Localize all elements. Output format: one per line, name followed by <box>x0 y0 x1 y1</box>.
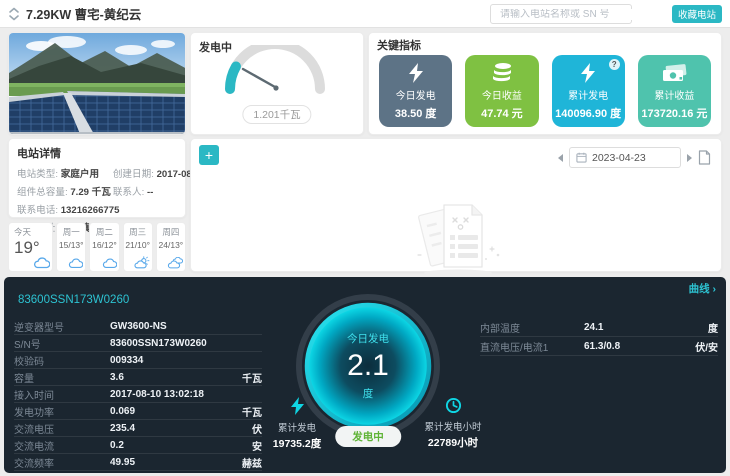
cloud-icon <box>33 256 50 269</box>
kpi-total-income: 累计收益 173720.16 元 <box>638 55 711 127</box>
inverter-params-table: 逆变器型号GW3600-NS S/N号83600SSN173W0260 校验码0… <box>14 318 262 471</box>
clock-icon <box>445 397 462 414</box>
kpi-total-generation: ? 累计发电 140096.90 度 <box>552 55 625 127</box>
table-row: 交流频率49.95赫兹 <box>14 454 262 471</box>
current-power-value: 1.201千瓦 <box>242 105 311 124</box>
table-row: 接入时间2017-08-10 13:02:18 <box>14 386 262 403</box>
power-gauge-card: 发电中 1.201千瓦 <box>190 32 364 135</box>
power-gauge <box>203 45 353 109</box>
table-row: 发电功率0.069千瓦 <box>14 403 262 420</box>
weather-tue: 周二 16/12° <box>89 222 119 272</box>
table-row: 逆变器型号GW3600-NS <box>14 318 262 335</box>
table-row: S/N号83600SSN173W0260 <box>14 335 262 352</box>
table-row: 校验码009334 <box>14 352 262 369</box>
status-badge: 发电中 <box>335 426 401 447</box>
weather-row: 今天 19° 周一 15/13° 周二 16/12° 周三 21/10° <box>8 222 186 272</box>
date-controls: 2023-04-23 <box>558 147 711 168</box>
clouds-icon <box>167 257 183 269</box>
table-row: 交流电流0.2安 <box>14 437 262 454</box>
lightning-icon <box>290 397 305 415</box>
curve-link[interactable]: 曲线 › <box>689 281 716 296</box>
weather-wed: 周三 21/10° <box>123 222 153 272</box>
inverter-panel: 83600SSN173W0260 曲线 › 逆变器型号GW3600-NS S/N… <box>4 277 726 473</box>
sun-cloud-icon <box>134 256 150 269</box>
lightning-icon <box>578 62 598 84</box>
cloud-icon <box>102 257 117 269</box>
kpi-row: 今日发电 38.50 度 今日收益 47.74 元 ? 累计发电 140096.… <box>379 55 711 127</box>
plant-type: 电站类型: 家庭户用 <box>17 166 111 180</box>
calendar-icon <box>576 152 587 163</box>
kpi-title: 关键指标 <box>369 33 721 53</box>
collapse-icon[interactable] <box>8 7 20 21</box>
plant-details-card: 电站详情 电站类型: 家庭户用 创建日期: 2017-08-10 组件总容量: … <box>8 138 186 218</box>
daily-chart-card: + 2023-04-23 <box>190 138 722 272</box>
table-row: 直流电压/电流161.3/0.8伏/安 <box>480 337 718 356</box>
lightning-icon <box>406 62 426 84</box>
contact-phone: 联系电话: 13216266775 <box>17 202 206 216</box>
no-data-illustration <box>396 197 516 286</box>
help-icon[interactable]: ? <box>609 59 620 70</box>
table-row: 容量3.6千瓦 <box>14 369 262 386</box>
weather-today: 今天 19° <box>8 222 53 272</box>
weather-thu: 周四 24/13° <box>156 222 186 272</box>
kpi-today-income: 今日收益 47.74 元 <box>465 55 538 127</box>
add-chart-button[interactable]: + <box>199 145 219 165</box>
collect-station-button[interactable]: 收藏电站 <box>672 5 722 23</box>
inverter-right-params-table: 内部温度24.1度 直流电压/电流161.3/0.8伏/安 <box>480 318 718 356</box>
plant-photo <box>9 33 186 135</box>
export-icon[interactable] <box>698 150 711 165</box>
top-bar: 7.29KW 曹宅-黄纪云 收藏电站 <box>0 0 730 28</box>
search-box[interactable] <box>490 4 632 24</box>
table-row: 内部温度24.1度 <box>480 318 718 337</box>
cloud-icon <box>68 257 83 269</box>
total-generation-block: 累计发电 19735.2度 <box>245 397 349 451</box>
plant-details-title: 电站详情 <box>9 139 185 161</box>
plant-photo-card <box>8 32 186 135</box>
date-picker[interactable]: 2023-04-23 <box>569 147 681 168</box>
total-capacity: 组件总容量: 7.29 千瓦 <box>17 184 111 198</box>
inverter-sn-tab[interactable]: 83600SSN173W0260 <box>18 294 129 306</box>
prev-day-button[interactable] <box>558 154 563 162</box>
selected-date: 2023-04-23 <box>592 152 646 164</box>
cash-icon <box>661 62 687 84</box>
table-row: 交流电压235.4伏 <box>14 420 262 437</box>
coins-icon <box>490 62 514 84</box>
kpi-today-generation: 今日发电 38.50 度 <box>379 55 452 127</box>
key-indicators-card: 关键指标 今日发电 38.50 度 今日收益 47.74 元 ? 累计发电 14… <box>368 32 722 135</box>
next-day-button[interactable] <box>687 154 692 162</box>
total-hours-block: 累计发电小时 22789小时 <box>397 397 509 450</box>
weather-mon: 周一 15/13° <box>56 222 86 272</box>
page-title: 7.29KW 曹宅-黄纪云 <box>26 4 141 23</box>
search-input[interactable] <box>500 9 632 20</box>
